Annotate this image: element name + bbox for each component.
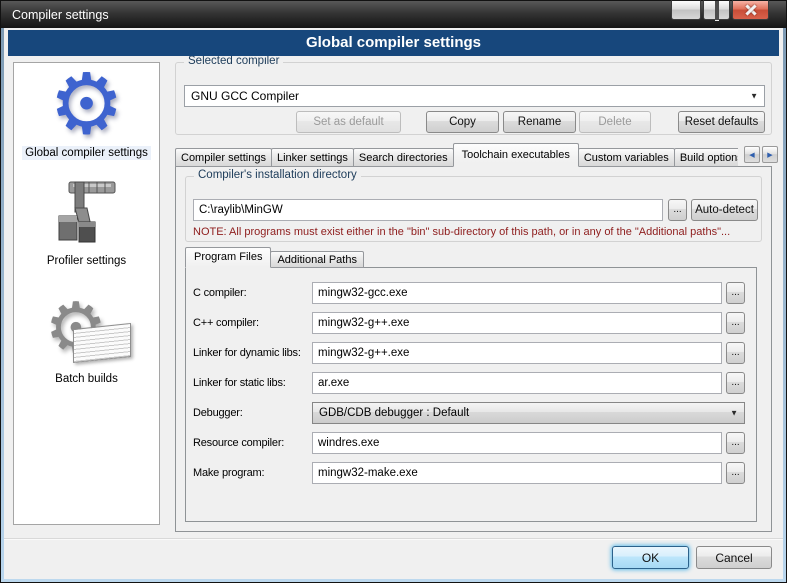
selected-compiler-group: Selected compiler GNU GCC Compiler ▼ Set… xyxy=(175,62,772,135)
chevron-down-icon: ▼ xyxy=(750,92,758,101)
window-frame-right xyxy=(783,28,786,582)
tab-program-files[interactable]: Program Files xyxy=(185,247,271,268)
install-dir-note: NOTE: All programs must exist either in … xyxy=(193,226,759,238)
set-as-default-button[interactable]: Set as default xyxy=(296,111,401,133)
debugger-label: Debugger: xyxy=(193,402,243,424)
c-compiler-label: C compiler: xyxy=(193,282,246,304)
sidebar-item-label: Batch builds xyxy=(52,372,121,386)
settings-category-sidebar: ⚙ Global compiler settings Profiler sett… xyxy=(13,62,160,525)
gear-stack-icon: ⚙ xyxy=(39,294,135,368)
selected-compiler-combobox[interactable]: GNU GCC Compiler ▼ xyxy=(184,85,765,107)
footer-divider xyxy=(4,538,783,539)
resource-compiler-input[interactable] xyxy=(312,432,722,454)
window-frame-bottom xyxy=(1,579,786,582)
static-linker-input[interactable] xyxy=(312,372,722,394)
install-dir-browse-button[interactable]: ... xyxy=(668,199,687,221)
window-frame-left xyxy=(1,28,4,582)
make-program-browse-button[interactable]: ... xyxy=(726,462,745,484)
minimize-button[interactable] xyxy=(671,0,701,20)
sidebar-item-label: Global compiler settings xyxy=(22,146,151,160)
close-button[interactable] xyxy=(732,0,769,20)
scroll-left-icon: ◀ xyxy=(749,151,754,159)
program-files-tabstrip: Program Files Additional Paths xyxy=(185,247,363,268)
group-label: Selected compiler xyxy=(184,55,283,67)
delete-button[interactable]: Delete xyxy=(579,111,651,133)
tab-search-directories[interactable]: Search directories xyxy=(353,148,454,167)
window-title: Compiler settings xyxy=(12,8,109,22)
maximize-icon xyxy=(715,1,719,20)
cpp-compiler-label: C++ compiler: xyxy=(193,312,259,334)
tab-custom-variables[interactable]: Custom variables xyxy=(578,148,675,167)
resource-compiler-label: Resource compiler: xyxy=(193,432,284,454)
gear-blue-icon: ⚙ xyxy=(49,63,124,145)
tab-linker-settings[interactable]: Linker settings xyxy=(271,148,354,167)
maximize-button[interactable] xyxy=(703,0,730,20)
dynamic-linker-label: Linker for dynamic libs: xyxy=(193,342,301,364)
page-title: Global compiler settings xyxy=(8,30,779,56)
selected-compiler-value: GNU GCC Compiler xyxy=(191,89,299,103)
c-compiler-input[interactable] xyxy=(312,282,722,304)
sidebar-item-label: Profiler settings xyxy=(44,254,129,268)
sidebar-item-batch-builds[interactable]: ⚙ Batch builds xyxy=(14,268,159,386)
dynamic-linker-browse-button[interactable]: ... xyxy=(726,342,745,364)
copy-button[interactable]: Copy xyxy=(426,111,499,133)
cancel-button[interactable]: Cancel xyxy=(696,546,772,569)
ok-button[interactable]: OK xyxy=(612,546,689,569)
chevron-down-icon: ▼ xyxy=(730,409,738,418)
tab-compiler-settings[interactable]: Compiler settings xyxy=(175,148,272,167)
tab-scroll-buttons: ◀ ▶ xyxy=(744,146,778,163)
scroll-right-icon: ▶ xyxy=(767,151,772,159)
static-linker-label: Linker for static libs: xyxy=(193,372,286,394)
close-icon xyxy=(733,1,768,19)
compiler-settings-dialog: Compiler settings Global compiler settin… xyxy=(0,0,787,583)
sidebar-item-profiler-settings[interactable]: Profiler settings xyxy=(14,160,159,268)
cpp-compiler-input[interactable] xyxy=(312,312,722,334)
resource-compiler-browse-button[interactable]: ... xyxy=(726,432,745,454)
compiler-settings-tabstrip: Compiler settings Linker settings Search… xyxy=(175,143,738,167)
install-dir-input[interactable] xyxy=(193,199,663,221)
debugger-value: GDB/CDB debugger : Default xyxy=(319,407,469,419)
tab-scroll-right-button[interactable]: ▶ xyxy=(762,146,778,163)
title-bar[interactable]: Compiler settings xyxy=(1,1,786,28)
reset-defaults-button[interactable]: Reset defaults xyxy=(678,111,765,133)
tab-build-options[interactable]: Build options xyxy=(674,148,738,167)
auto-detect-button[interactable]: Auto-detect xyxy=(691,199,758,221)
window-controls xyxy=(671,0,769,20)
make-program-input[interactable] xyxy=(312,462,722,484)
tab-additional-paths[interactable]: Additional Paths xyxy=(270,251,364,268)
make-program-label: Make program: xyxy=(193,462,264,484)
rename-button[interactable]: Rename xyxy=(503,111,576,133)
static-linker-browse-button[interactable]: ... xyxy=(726,372,745,394)
caliper-icon xyxy=(51,178,123,248)
debugger-select[interactable]: GDB/CDB debugger : Default ▼ xyxy=(312,402,745,424)
group-label: Compiler's installation directory xyxy=(194,169,361,181)
tab-scroll-left-button[interactable]: ◀ xyxy=(744,146,760,163)
c-compiler-browse-button[interactable]: ... xyxy=(726,282,745,304)
sidebar-item-global-compiler-settings[interactable]: ⚙ Global compiler settings xyxy=(14,63,159,160)
tab-toolchain-executables[interactable]: Toolchain executables xyxy=(453,143,579,167)
cpp-compiler-browse-button[interactable]: ... xyxy=(726,312,745,334)
dynamic-linker-input[interactable] xyxy=(312,342,722,364)
